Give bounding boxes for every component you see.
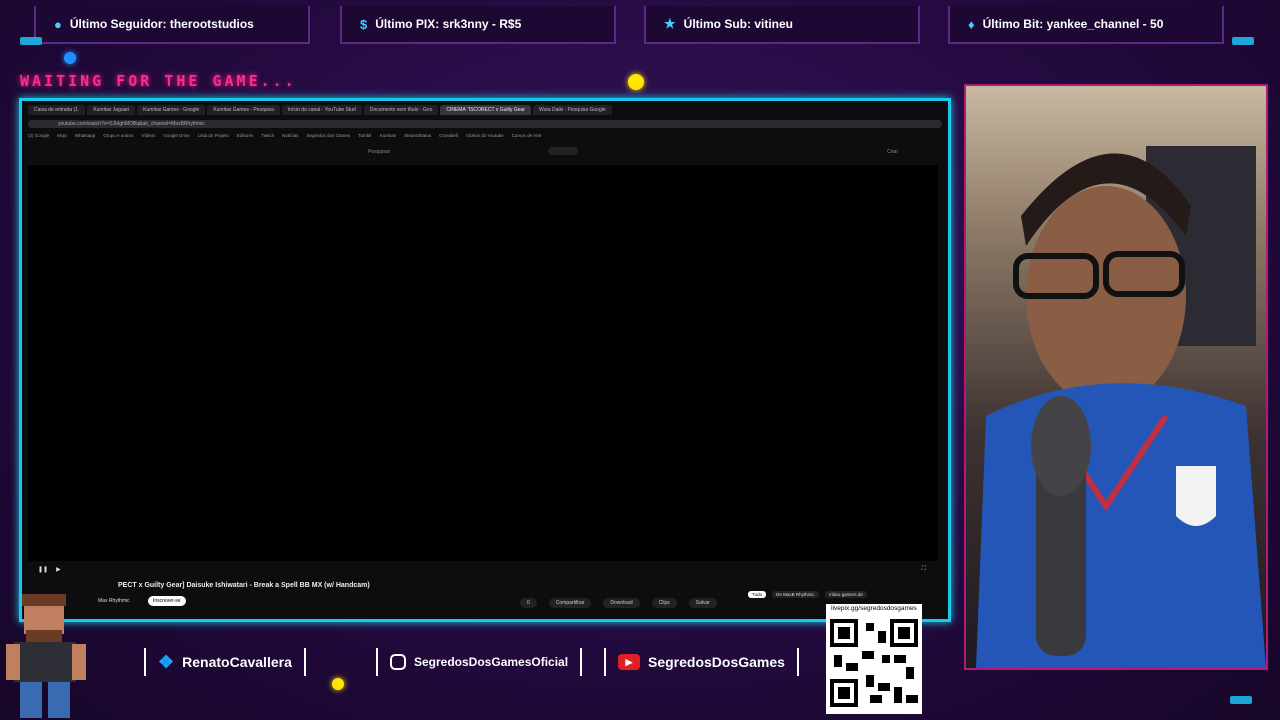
search-input[interactable]: Pesquisar — [368, 149, 390, 155]
browser-tab-active[interactable]: CINEMA "ISCORECT x Guilty Gear — [440, 105, 532, 115]
pixel-character-icon — [6, 594, 86, 718]
video-player[interactable] — [28, 165, 938, 561]
qr-code-icon — [830, 619, 918, 707]
decor-tag — [1230, 696, 1252, 704]
alert-label: Último PIX: srk3nny - R$5 — [375, 17, 522, 31]
bookmark[interactable]: Editores — [237, 133, 254, 141]
bookmark[interactable]: Kumitas — [380, 133, 396, 141]
streamer-silhouette — [976, 146, 1266, 668]
decor-tag — [1232, 37, 1254, 45]
bookmark[interactable]: Tumblr — [358, 133, 372, 141]
chip[interactable]: Tudo — [748, 591, 767, 598]
browser-tab[interactable]: Kumitas Jaguari — [87, 105, 136, 115]
alert-last-sub: ★ Último Sub: vitineu — [644, 6, 920, 44]
qr-url: livepix.gg/segredosdosgames — [831, 605, 917, 612]
youtube-header: Pesquisar Criar — [28, 147, 942, 161]
browser-tab[interactable]: Início do canal - YouTube Stud — [281, 105, 362, 115]
social-label: SegredosDosGamesOficial — [414, 655, 569, 669]
channel-name[interactable]: Max Rhythmic — [98, 598, 130, 604]
video-title: PECT x Guilty Gear] Daisuke Ishiwatari -… — [118, 582, 370, 589]
share-button[interactable]: Compartilhar — [548, 598, 592, 608]
next-icon[interactable]: ▶ — [56, 566, 61, 573]
download-button[interactable]: Download — [603, 598, 640, 608]
dollar-icon: $ — [360, 16, 368, 32]
sign-in-button[interactable]: Criar — [887, 149, 898, 155]
youtube-icon: ▶ — [618, 654, 640, 670]
social-instagram[interactable]: SegredosDosGamesOficial — [376, 648, 583, 676]
browser-tabs: Caixa de entrada (1. Kumitas Jaguari Kum… — [28, 105, 942, 117]
decor-tag — [20, 37, 42, 45]
subscribe-button[interactable]: Inscrever-se — [148, 596, 186, 606]
waiting-text: WAITING FOR THE GAME... — [20, 72, 297, 90]
alert-last-follower: ● Último Seguidor: therootstudios — [34, 6, 310, 44]
clips-button[interactable]: Clips — [651, 598, 677, 608]
social-twitter[interactable]: ❖ RenatoCavallera — [144, 648, 306, 676]
star-icon: ★ — [664, 16, 676, 31]
video-actions: 0 Compartilhar Download Clips Salvar — [520, 598, 717, 608]
bookmark[interactable]: Whatsapp — [75, 133, 95, 141]
fullscreen-icon[interactable]: ⛶ — [922, 566, 926, 573]
alert-label: Último Bit: yankee_channel - 50 — [982, 17, 1164, 31]
alert-last-pix: $ Último PIX: srk3nny - R$5 — [340, 6, 616, 44]
like-button[interactable]: 0 — [520, 598, 537, 608]
screen-capture-frame: Caixa de entrada (1. Kumitas Jaguari Kum… — [19, 98, 951, 622]
sparkle-decor — [332, 678, 344, 690]
twitter-icon: ❖ — [158, 651, 175, 672]
address-bar-row: youtube.com/watch?v=SJbIghMOBq&ab_channe… — [28, 119, 942, 128]
webcam-feed — [964, 84, 1268, 670]
bookmark[interactable]: Twitch — [261, 133, 274, 141]
diamond-icon: ♦ — [968, 16, 975, 32]
bookmark[interactable]: Crossbell — [439, 133, 458, 141]
bookmark[interactable]: Vídeos — [141, 133, 155, 141]
bookmark[interactable]: Notícias — [282, 133, 298, 141]
user-icon: ● — [54, 16, 62, 32]
browser-tab[interactable]: Wuta Daiki - Pesquisa Google — [533, 105, 612, 115]
browser-tab[interactable]: Documento sem título - Goo — [363, 105, 439, 115]
browser-tab[interactable]: Caixa de entrada (1. — [28, 105, 86, 115]
search-icon[interactable] — [548, 147, 578, 155]
bookmark[interactable]: Lista do Projeto — [198, 133, 229, 141]
player-controls: ❚❚ ▶ ⛶ — [28, 563, 938, 575]
social-label: SegredosDosGames — [648, 654, 785, 670]
pause-icon[interactable]: ❚❚ — [38, 566, 48, 573]
alert-last-bit: ♦ Último Bit: yankee_channel - 50 — [948, 6, 1224, 44]
bookmark[interactable]: (2) Google — [28, 133, 49, 141]
bookmark[interactable]: Steam/Status — [404, 133, 431, 141]
social-youtube[interactable]: ▶ SegredosDosGames — [604, 648, 799, 676]
bookmark[interactable]: Mojo — [57, 133, 67, 141]
save-button[interactable]: Salvar — [688, 598, 717, 608]
address-bar[interactable]: youtube.com/watch?v=SJbIghMOBq&ab_channe… — [28, 119, 942, 128]
sparkle-decor — [64, 52, 76, 64]
bookmarks-bar: (2) Google Mojo Whatsapp Grupo e outros … — [28, 133, 942, 141]
chip[interactable]: Vídeo gamers de — [824, 591, 867, 598]
alert-label: Último Seguidor: therootstudios — [69, 17, 254, 31]
browser-tab[interactable]: Kumitas Games - Pesquisa — [207, 105, 280, 115]
instagram-icon — [390, 654, 406, 670]
alert-label: Último Sub: vitineu — [683, 17, 793, 31]
chip[interactable]: De MaxB Rhythmic — [772, 591, 819, 598]
recommendation-chips: Tudo De MaxB Rhythmic Vídeo gamers de — [748, 591, 867, 598]
bookmark[interactable]: Cursos de Arte — [512, 133, 542, 141]
bookmark[interactable]: Google Drive — [163, 133, 189, 141]
bookmark[interactable]: Vídeos do Youtube — [466, 133, 504, 141]
browser-tab[interactable]: Kumitas Games - Google — [137, 105, 206, 115]
bookmark[interactable]: Segredos dos Games — [306, 133, 350, 141]
social-label: RenatoCavallera — [182, 654, 292, 670]
sparkle-decor — [628, 74, 644, 90]
bookmark[interactable]: Grupo e outros — [103, 133, 133, 141]
